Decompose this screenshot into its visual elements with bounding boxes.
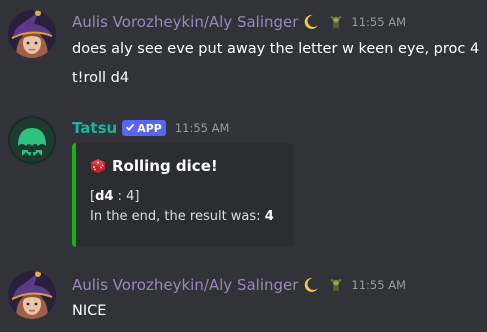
message-text: does aly see eve put away the letter w k… (72, 41, 480, 57)
crescent-moon-icon (303, 277, 319, 293)
message-text: NICE (72, 303, 107, 319)
embed-title-text: Rolling dice! (112, 157, 218, 175)
message-header: Aulis Vorozheykin/Aly Salinger 11:55 AM (72, 11, 406, 33)
badge-label: APP (137, 121, 162, 135)
roll-value: : 4] (113, 189, 140, 204)
crescent-moon-icon (303, 14, 319, 30)
checkmark-icon (125, 122, 135, 135)
avatar[interactable] (8, 10, 56, 58)
avatar[interactable] (8, 271, 56, 319)
goblin-figure-icon (328, 14, 344, 30)
roll-die: d4 (95, 189, 114, 204)
timestamp: 11:55 AM (351, 15, 407, 29)
result-line: In the end, the result was: 4 (90, 209, 274, 224)
result-value: 4 (264, 209, 274, 224)
red-dice-icon (90, 158, 106, 174)
username[interactable]: Aulis Vorozheykin/Aly Salinger (72, 13, 298, 31)
result-prefix: In the end, the result was: (90, 209, 265, 224)
avatar[interactable] (8, 116, 56, 164)
embed: Rolling dice! [d4 : 4] In the end, the r… (72, 143, 293, 247)
message-header: Tatsu APP 11:55 AM (72, 117, 229, 139)
timestamp: 11:55 AM (351, 278, 407, 292)
message-header: Aulis Vorozheykin/Aly Salinger 11:55 AM (72, 274, 406, 296)
timestamp: 11:55 AM (174, 121, 230, 135)
app-badge: APP (122, 120, 166, 136)
roll-line: [d4 : 4] (90, 189, 139, 204)
embed-title: Rolling dice! (90, 157, 218, 175)
chat-message-list: Aulis Vorozheykin/Aly Salinger 11:55 AM … (0, 0, 487, 332)
username[interactable]: Aulis Vorozheykin/Aly Salinger (72, 276, 298, 294)
message-text: t!roll d4 (72, 70, 130, 86)
goblin-figure-icon (328, 277, 344, 293)
username[interactable]: Tatsu (72, 119, 117, 137)
